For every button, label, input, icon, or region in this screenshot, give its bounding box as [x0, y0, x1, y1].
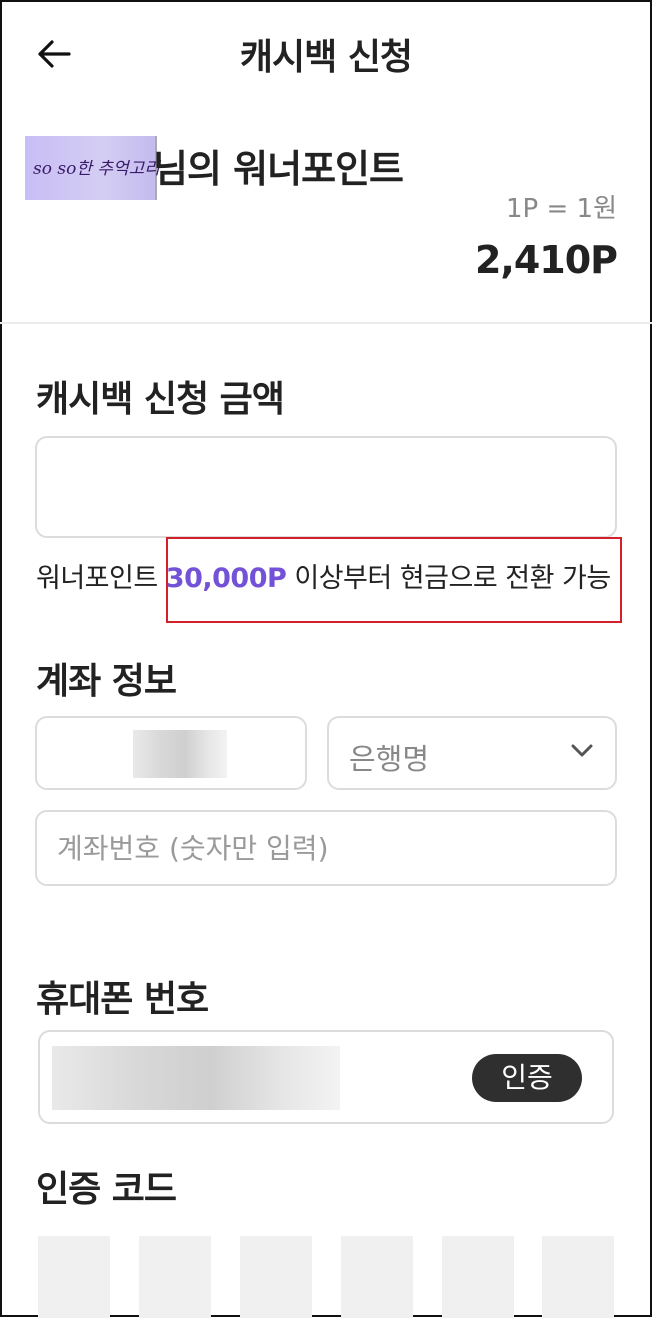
app-header: 캐시백 신청	[0, 0, 652, 104]
phone-number-title: 휴대폰 번호	[36, 979, 209, 1020]
account-number-input[interactable]	[37, 812, 615, 884]
account-holder-field[interactable]	[35, 716, 307, 790]
blurred-account-holder	[133, 730, 227, 778]
cashback-amount-input[interactable]	[37, 438, 615, 536]
code-digit-box[interactable]	[341, 1236, 413, 1318]
user-nickname-badge: so so한 추억고리	[25, 136, 160, 200]
code-digit-box[interactable]	[139, 1236, 211, 1318]
notice-prefix: 워너포인트	[36, 563, 166, 594]
code-digit-box[interactable]	[240, 1236, 312, 1318]
cashback-amount-field[interactable]	[35, 436, 617, 538]
points-title: 님의 워너포인트	[153, 147, 404, 191]
user-nickname: so so한 추억고리	[33, 159, 160, 179]
bank-select[interactable]: 은행명	[327, 716, 617, 790]
code-digit-box[interactable]	[38, 1236, 110, 1318]
highlight-annotation-box	[166, 537, 622, 623]
bank-select-placeholder: 은행명	[349, 742, 430, 776]
verify-button[interactable]: 인증	[472, 1054, 582, 1102]
account-info-title: 계좌 정보	[36, 661, 177, 702]
points-rate: 1P = 1원	[506, 194, 617, 224]
page-title: 캐시백 신청	[239, 37, 413, 78]
blurred-phone-number	[52, 1046, 340, 1110]
verification-code-title: 인증 코드	[36, 1169, 177, 1210]
phone-number-field[interactable]: 인증	[38, 1030, 614, 1124]
code-digit-box[interactable]	[542, 1236, 614, 1318]
cashback-amount-title: 캐시백 신청 금액	[36, 379, 285, 420]
points-balance: 2,410P	[474, 238, 618, 282]
code-digit-box[interactable]	[442, 1236, 514, 1318]
account-number-field[interactable]	[35, 810, 617, 886]
section-divider	[0, 322, 652, 324]
chevron-down-icon	[571, 744, 593, 757]
